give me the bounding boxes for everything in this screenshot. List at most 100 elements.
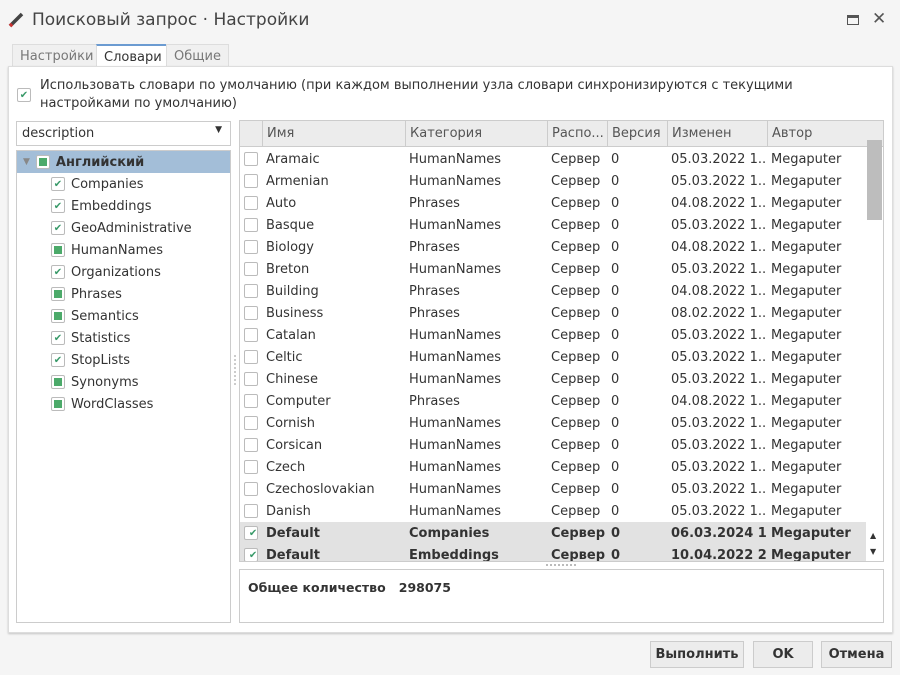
row-checkbox[interactable] xyxy=(244,240,258,254)
row-checkbox[interactable] xyxy=(244,350,258,364)
tree-item-checkbox[interactable]: ✔ xyxy=(51,265,65,279)
tree-item[interactable]: Phrases xyxy=(17,283,230,305)
table-row[interactable]: Chinese HumanNames Сервер 0 05.03.2022 1... M… xyxy=(240,368,867,390)
close-icon[interactable]: ✕ xyxy=(872,9,886,29)
tree-item-checkbox[interactable] xyxy=(51,375,65,389)
vertical-scrollbar[interactable]: ▲ ▼ xyxy=(866,121,883,561)
table-row[interactable]: Danish HumanNames Сервер 0 05.03.2022 1... Me… xyxy=(240,500,867,522)
tree-item-label: Phrases xyxy=(71,286,122,302)
row-checkbox[interactable] xyxy=(244,306,258,320)
cell-name: Biology xyxy=(266,239,314,255)
row-checkbox[interactable] xyxy=(244,196,258,210)
row-checkbox[interactable] xyxy=(244,152,258,166)
cancel-button[interactable]: Отмена xyxy=(821,641,892,668)
collapse-icon[interactable]: ▼ xyxy=(23,157,30,167)
table-row[interactable]: Corsican HumanNames Сервер 0 05.03.2022 1...… xyxy=(240,434,867,456)
column-header-name[interactable]: Имя xyxy=(262,121,405,147)
maximize-icon[interactable] xyxy=(847,15,859,25)
table-row[interactable]: Computer Phrases Сервер 0 04.08.2022 1... Meg… xyxy=(240,390,867,412)
table-row[interactable]: Aramaic HumanNames Сервер 0 05.03.2022 1... M… xyxy=(240,148,867,170)
column-header-author[interactable]: Автор xyxy=(767,121,867,147)
splitter-handle[interactable] xyxy=(546,564,576,566)
table-row[interactable]: Czechoslovakian HumanNames Сервер 0 05.03.20… xyxy=(240,478,867,500)
row-checkbox[interactable] xyxy=(244,284,258,298)
row-checkbox[interactable] xyxy=(244,394,258,408)
tree-root-checkbox[interactable] xyxy=(35,155,50,169)
row-checkbox[interactable] xyxy=(244,372,258,386)
tree-item-checkbox[interactable]: ✔ xyxy=(51,177,65,191)
row-checkbox[interactable]: ✔ xyxy=(244,526,258,540)
cell-version: 0 xyxy=(611,239,620,255)
tree-item[interactable]: Synonyms xyxy=(17,371,230,393)
tab-dictionaries[interactable]: Словари xyxy=(96,44,170,67)
tree-item-checkbox[interactable] xyxy=(51,309,65,323)
dictionary-grid: Имя Категория Распо... Версия Изменен Ав… xyxy=(239,120,884,562)
column-header-modified[interactable]: Изменен xyxy=(667,121,767,147)
tree-item-checkbox[interactable]: ✔ xyxy=(51,331,65,345)
table-row[interactable]: Czech HumanNames Сервер 0 05.03.2022 1... Meg… xyxy=(240,456,867,478)
table-row[interactable]: Business Phrases Сервер 0 08.02.2022 1... Meg… xyxy=(240,302,867,324)
table-row[interactable]: Catalan HumanNames Сервер 0 05.03.2022 1... M… xyxy=(240,324,867,346)
tree-item[interactable]: ✔ GeoAdministrative xyxy=(17,217,230,239)
column-header-location[interactable]: Распо... xyxy=(547,121,607,147)
tree-item-checkbox[interactable]: ✔ xyxy=(51,353,65,367)
row-checkbox[interactable] xyxy=(244,218,258,232)
tree-item-checkbox[interactable] xyxy=(51,287,65,301)
cell-version: 0 xyxy=(611,173,620,189)
tree-item[interactable]: ✔ Embeddings xyxy=(17,195,230,217)
row-checkbox[interactable] xyxy=(244,460,258,474)
cell-author: Megaputer xyxy=(771,173,842,189)
column-header-category[interactable]: Категория xyxy=(405,121,547,147)
row-checkbox[interactable] xyxy=(244,262,258,276)
cell-category: HumanNames xyxy=(409,327,502,343)
cell-category: Companies xyxy=(409,525,490,541)
cell-modified: 04.08.2022 1... xyxy=(671,283,767,299)
table-row[interactable]: Biology Phrases Сервер 0 04.08.2022 1... Mega… xyxy=(240,236,867,258)
row-checkbox[interactable] xyxy=(244,174,258,188)
use-default-checkbox[interactable]: ✔ xyxy=(17,88,31,102)
table-row[interactable]: ✔ Default Embeddings Сервер 0 10.04.2022 2...… xyxy=(240,544,867,561)
tree-item[interactable]: ✔ StopLists xyxy=(17,349,230,371)
tree-item[interactable]: ✔ Organizations xyxy=(17,261,230,283)
table-row[interactable]: ✔ Default Companies Сервер 0 06.03.2024 1...M… xyxy=(240,522,867,544)
cell-author: Megaputer xyxy=(771,195,842,211)
row-checkbox[interactable]: ✔ xyxy=(244,548,258,561)
tree-item[interactable]: Semantics xyxy=(17,305,230,327)
table-row[interactable]: Breton HumanNames Сервер 0 05.03.2022 1... Me… xyxy=(240,258,867,280)
cell-version: 0 xyxy=(611,481,620,497)
tree-item[interactable]: WordClasses xyxy=(17,393,230,415)
field-dropdown[interactable]: description ▼ xyxy=(16,121,231,146)
tree-item-checkbox[interactable] xyxy=(51,397,65,411)
table-row[interactable]: Celtic HumanNames Сервер 0 05.03.2022 1... Me… xyxy=(240,346,867,368)
row-checkbox[interactable] xyxy=(244,416,258,430)
tree-item-checkbox[interactable]: ✔ xyxy=(51,199,65,213)
tree-item[interactable]: HumanNames xyxy=(17,239,230,261)
scroll-up-icon[interactable]: ▲ xyxy=(870,531,876,540)
tree-root[interactable]: ▼ Английский xyxy=(17,151,230,173)
tree-item-checkbox[interactable] xyxy=(51,243,65,257)
cell-version: 0 xyxy=(611,393,620,409)
ok-button[interactable]: OK xyxy=(753,641,813,668)
cell-name: Corsican xyxy=(266,437,323,453)
run-button[interactable]: Выполнить xyxy=(650,641,744,668)
table-row[interactable]: Basque HumanNames Сервер 0 05.03.2022 1... Me… xyxy=(240,214,867,236)
column-header-version[interactable]: Версия xyxy=(607,121,667,147)
scrollbar-thumb[interactable] xyxy=(867,140,882,220)
vertical-splitter-handle[interactable] xyxy=(234,355,236,385)
scroll-down-icon[interactable]: ▼ xyxy=(870,547,876,556)
table-row[interactable]: Armenian HumanNames Сервер 0 05.03.2022 1...… xyxy=(240,170,867,192)
cell-author: Megaputer xyxy=(771,217,842,233)
tree-item[interactable]: ✔ Statistics xyxy=(17,327,230,349)
cell-name: Aramaic xyxy=(266,151,320,167)
tab-general[interactable]: Общие xyxy=(166,44,229,67)
row-checkbox[interactable] xyxy=(244,504,258,518)
tab-settings[interactable]: Настройки xyxy=(12,44,102,67)
tree-item-checkbox[interactable]: ✔ xyxy=(51,221,65,235)
table-row[interactable]: Auto Phrases Сервер 0 04.08.2022 1... Megaput… xyxy=(240,192,867,214)
row-checkbox[interactable] xyxy=(244,328,258,342)
row-checkbox[interactable] xyxy=(244,438,258,452)
table-row[interactable]: Cornish HumanNames Сервер 0 05.03.2022 1... M… xyxy=(240,412,867,434)
tree-item[interactable]: ✔ Companies xyxy=(17,173,230,195)
row-checkbox[interactable] xyxy=(244,482,258,496)
table-row[interactable]: Building Phrases Сервер 0 04.08.2022 1... Meg… xyxy=(240,280,867,302)
